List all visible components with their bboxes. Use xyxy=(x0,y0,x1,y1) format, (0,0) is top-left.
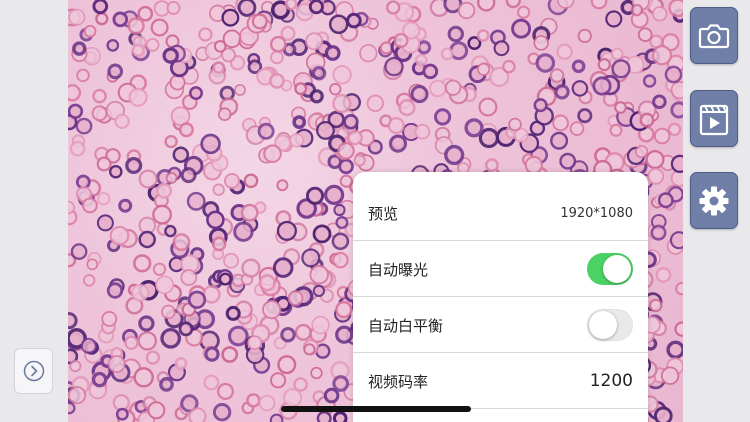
preview-label: 预览 xyxy=(368,204,399,223)
video-icon xyxy=(699,104,729,135)
chevron-right-circle-icon xyxy=(23,360,44,382)
auto-exposure-row: 自动曝光 xyxy=(353,241,648,297)
video-bitrate-label: 视频码率 xyxy=(368,372,429,391)
camera-icon xyxy=(698,23,730,48)
expand-button[interactable] xyxy=(14,348,53,394)
toggle-knob xyxy=(603,255,631,283)
camera-button[interactable] xyxy=(690,7,738,64)
video-button[interactable] xyxy=(690,90,738,147)
settings-button[interactable] xyxy=(690,172,738,229)
toggle-knob xyxy=(589,311,617,339)
video-bitrate-value: 1200 xyxy=(589,371,633,391)
auto-white-balance-row: 自动白平衡 xyxy=(353,297,648,353)
auto-exposure-label: 自动曝光 xyxy=(368,260,429,279)
video-bitrate-row[interactable]: 视频码率 1200 xyxy=(353,353,648,409)
preview-resolution-row[interactable]: 预览 1920*1080 xyxy=(353,185,648,241)
auto-white-balance-toggle[interactable] xyxy=(587,309,633,341)
auto-white-balance-label: 自动白平衡 xyxy=(368,316,444,335)
home-indicator xyxy=(281,406,471,412)
gear-icon xyxy=(699,186,729,215)
settings-panel: 预览 1920*1080 自动曝光 自动白平衡 视频码率 1200 xyxy=(353,172,648,422)
auto-exposure-toggle[interactable] xyxy=(587,253,633,285)
preview-resolution-value: 1920*1080 xyxy=(560,205,633,221)
